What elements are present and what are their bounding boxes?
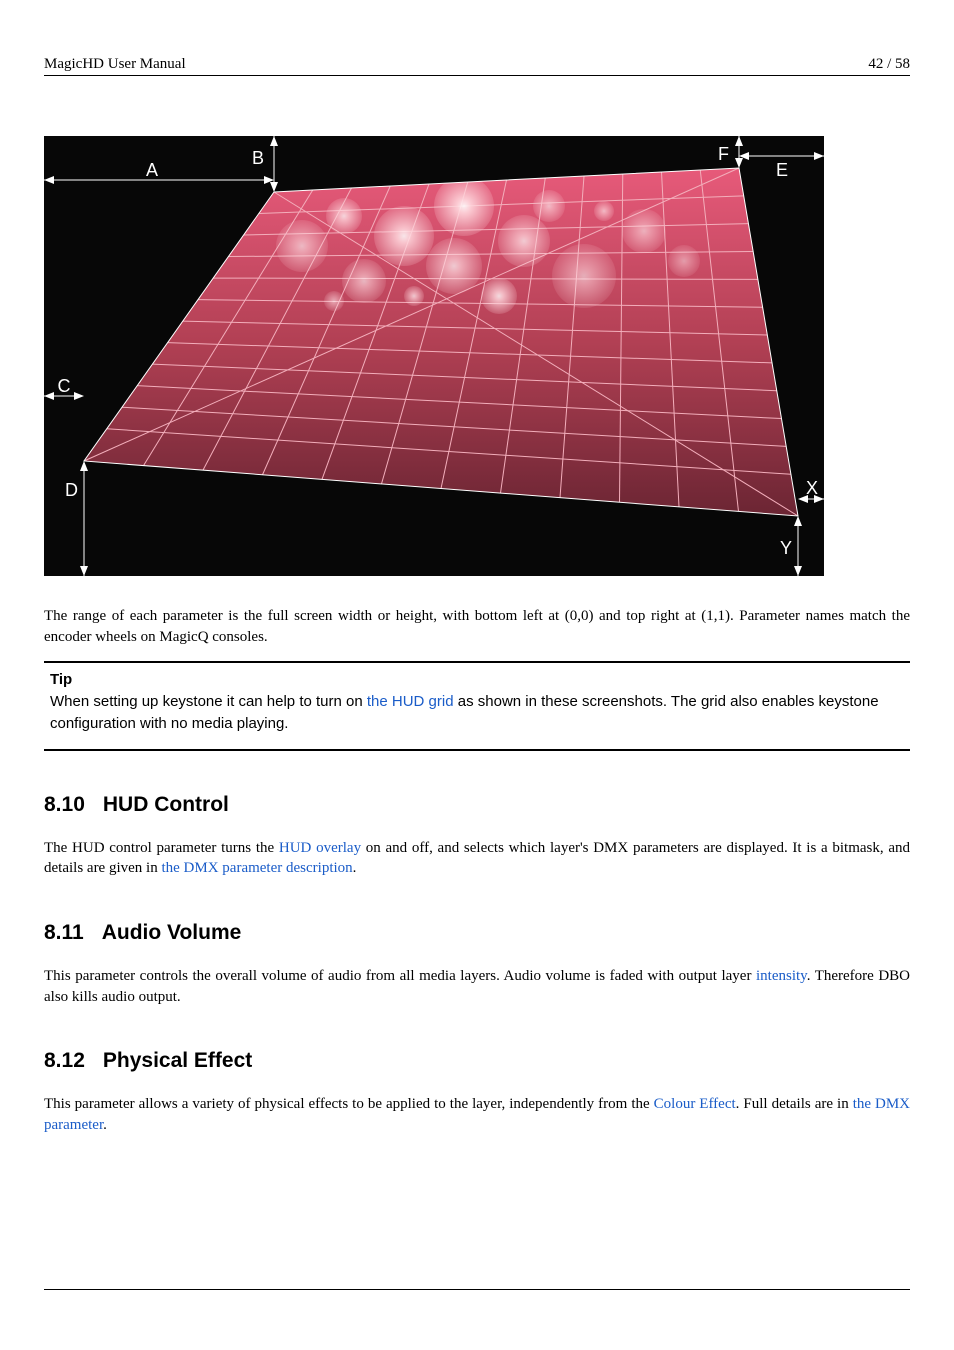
title-8-11: Audio Volume [102, 921, 242, 944]
label-C: C [58, 376, 71, 396]
secno-8-12: 8.12 [44, 1047, 85, 1076]
link-intensity[interactable]: intensity [756, 968, 807, 984]
link-colour-effect[interactable]: Colour Effect [654, 1096, 736, 1112]
paragraph-range: The range of each parameter is the full … [44, 606, 910, 647]
label-D: D [65, 480, 78, 500]
tip-text-before: When setting up keystone it can help to … [50, 693, 367, 710]
link-hud-grid[interactable]: the HUD grid [367, 693, 454, 710]
heading-8-10: 8.10 HUD Control [44, 791, 910, 820]
tip-bottom-rule [44, 749, 910, 751]
label-X: X [806, 478, 818, 498]
footer-rule [44, 1289, 910, 1290]
paragraph-8-10: The HUD control parameter turns the HUD … [44, 838, 910, 879]
tip-block: Tip When setting up keystone it can help… [50, 669, 904, 734]
header-title: MagicHD User Manual [44, 56, 186, 73]
tip-top-rule [44, 661, 910, 663]
label-F: F [718, 144, 729, 164]
tip-text: When setting up keystone it can help to … [50, 691, 904, 735]
link-hud-overlay[interactable]: HUD overlay [279, 840, 361, 856]
label-B: B [252, 148, 264, 168]
heading-8-12: 8.12 Physical Effect [44, 1047, 910, 1076]
keystone-figure: A B E F C [44, 136, 910, 576]
label-Y: Y [780, 538, 792, 558]
title-8-12: Physical Effect [103, 1049, 252, 1072]
page-header: MagicHD User Manual 42 / 58 [44, 56, 910, 76]
label-E: E [776, 160, 788, 180]
link-dmx-param-desc[interactable]: the DMX parameter description [161, 860, 352, 876]
label-A: A [146, 160, 158, 180]
secno-8-11: 8.11 [44, 919, 84, 948]
keystone-diagram: A B E F C [44, 136, 824, 576]
paragraph-8-11: This parameter controls the overall volu… [44, 966, 910, 1007]
heading-8-11: 8.11 Audio Volume [44, 919, 910, 948]
tip-label: Tip [50, 669, 904, 691]
title-8-10: HUD Control [103, 793, 229, 816]
secno-8-10: 8.10 [44, 791, 85, 820]
paragraph-8-12: This parameter allows a variety of physi… [44, 1094, 910, 1135]
header-page-number: 42 / 58 [868, 56, 910, 73]
